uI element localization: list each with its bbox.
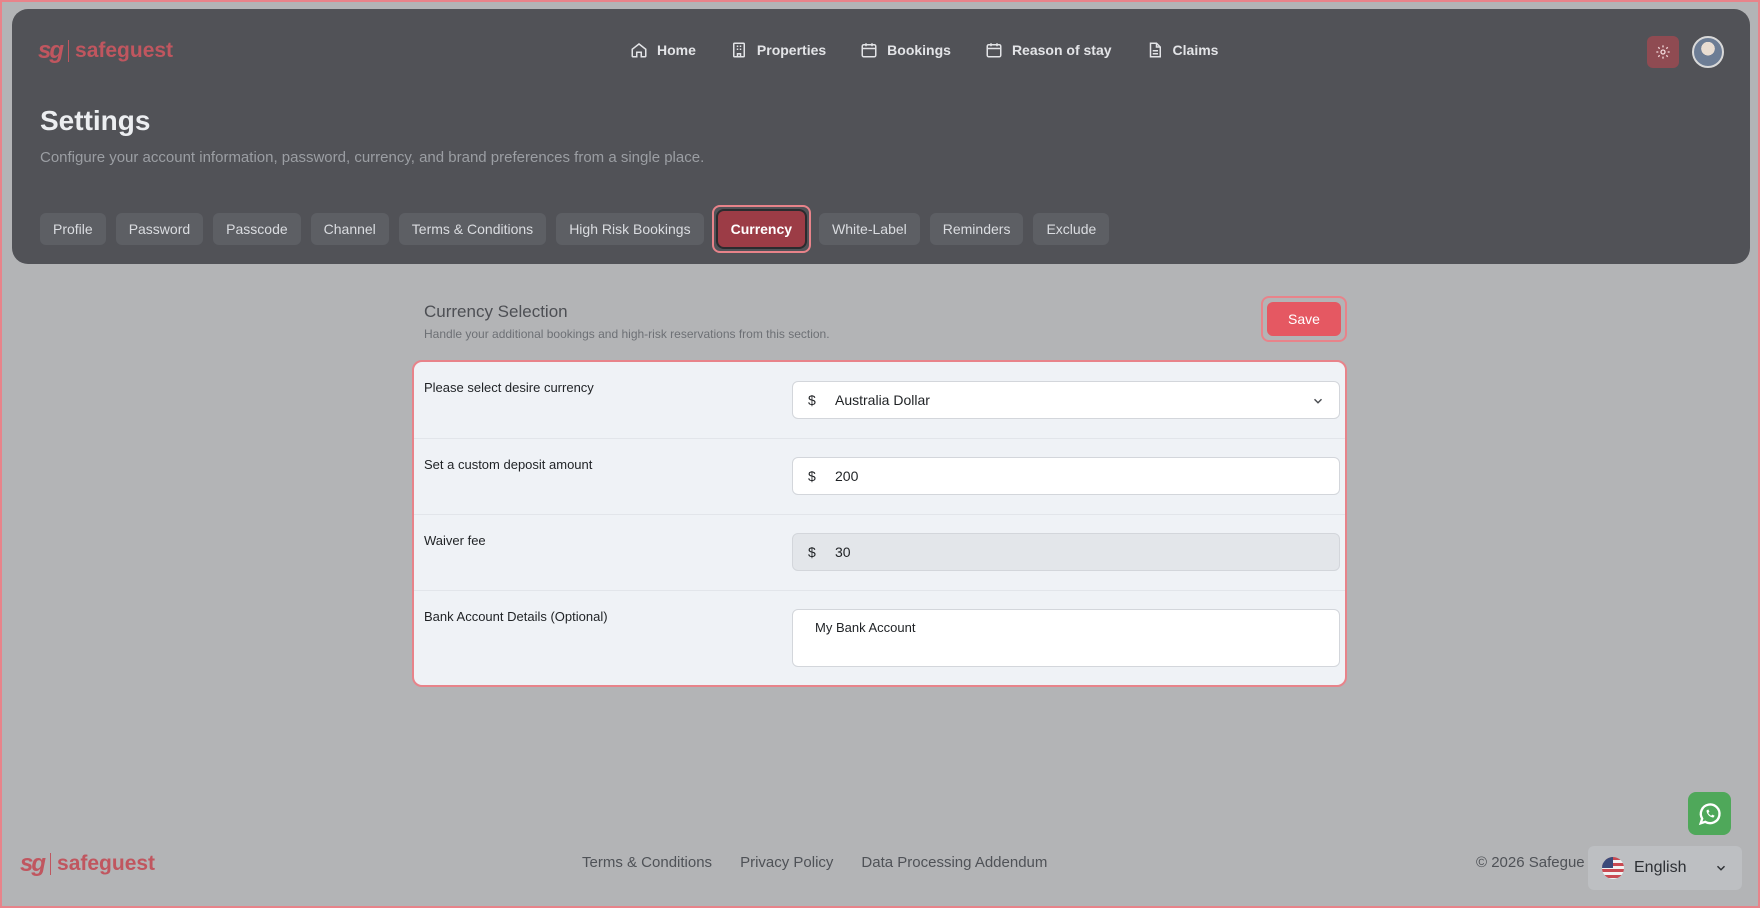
tab-passcode[interactable]: Passcode (213, 213, 301, 245)
footer-links: Terms & Conditions Privacy Policy Data P… (582, 854, 1047, 871)
calendar-icon (986, 43, 1002, 58)
brand-name: safeguest (75, 39, 174, 62)
currency-selected-value: Australia Dollar (835, 392, 930, 408)
tab-terms-conditions[interactable]: Terms & Conditions (398, 213, 547, 245)
nav-label: Reason of stay (1011, 42, 1112, 58)
bank-label: Bank Account Details (Optional) (424, 609, 608, 624)
tab-channel[interactable]: Channel (310, 213, 389, 245)
waiver-fee-input: $ 30 (792, 533, 1340, 571)
footer-link-dpa[interactable]: Data Processing Addendum (861, 854, 1047, 871)
language-label: English (1634, 859, 1687, 876)
building-icon (732, 42, 745, 58)
form-row-currency: Please select desire currency $ Australi… (414, 362, 1345, 439)
logo-divider (68, 40, 70, 62)
footer-brand-mark: sg (20, 850, 46, 877)
deposit-input[interactable]: $ 200 (792, 457, 1340, 495)
tab-profile[interactable]: Profile (40, 213, 106, 245)
tab-white-label[interactable]: White-Label (819, 213, 920, 245)
footer-logo[interactable]: sg safeguest (20, 850, 155, 878)
nav-item-reason-of-stay[interactable]: Reason of stay (985, 41, 1112, 59)
currency-select[interactable]: $ Australia Dollar (792, 381, 1340, 419)
nav-label: Bookings (887, 42, 951, 58)
deposit-value: 200 (835, 468, 859, 484)
page-subtitle: Configure your account information, pass… (40, 149, 705, 166)
main-nav: Home Properties Bookings Reason of stay … (630, 41, 1218, 59)
gear-icon (1656, 45, 1670, 59)
deposit-label: Set a custom deposit amount (424, 457, 593, 472)
deposit-currency-symbol: $ (808, 468, 816, 484)
section-subtitle: Handle your additional bookings and high… (424, 327, 830, 341)
nav-item-home[interactable]: Home (630, 41, 696, 59)
copyright-text: © 2026 Safegue (1476, 854, 1585, 871)
tab-high-risk-bookings[interactable]: High Risk Bookings (556, 213, 704, 245)
brand-logo[interactable]: sg safeguest (38, 37, 173, 65)
footer-logo-divider (50, 853, 52, 875)
save-button[interactable]: Save (1267, 302, 1341, 336)
form-row-waiver: Waiver fee $ 30 (414, 515, 1345, 591)
waiver-label: Waiver fee (424, 533, 486, 548)
nav-label: Properties (756, 42, 827, 58)
currency-form: Please select desire currency $ Australi… (412, 360, 1347, 687)
form-row-deposit: Set a custom deposit amount $ 200 (414, 439, 1345, 515)
nav-item-properties[interactable]: Properties (730, 41, 826, 59)
tab-currency-highlight: Currency (711, 205, 812, 253)
settings-button[interactable] (1647, 36, 1679, 68)
us-flag-icon (1602, 857, 1624, 879)
chevron-down-icon (1716, 865, 1726, 871)
tab-currency[interactable]: Currency (717, 211, 806, 247)
user-avatar[interactable] (1692, 36, 1724, 68)
calendar-icon (861, 43, 877, 58)
top-header: sg safeguest Home Properties Bookings Re… (12, 9, 1750, 264)
section-title: Currency Selection (424, 302, 568, 321)
tab-password[interactable]: Password (115, 213, 204, 245)
tab-reminders[interactable]: Reminders (929, 213, 1024, 245)
brand-mark: sg (38, 37, 64, 64)
language-selector[interactable]: English (1588, 846, 1742, 890)
waiver-value: 30 (835, 544, 851, 560)
tab-exclude[interactable]: Exclude (1033, 213, 1110, 245)
settings-tabs: Profile Password Passcode Channel Terms … (40, 205, 1110, 253)
whatsapp-icon (1698, 802, 1721, 825)
footer-link-terms[interactable]: Terms & Conditions (582, 854, 712, 871)
waiver-currency-symbol: $ (808, 544, 816, 560)
footer-brand-name: safeguest (57, 852, 156, 875)
chevron-down-icon (1313, 398, 1323, 404)
bank-account-textarea[interactable]: My Bank Account (792, 609, 1340, 667)
footer-link-privacy[interactable]: Privacy Policy (740, 854, 833, 871)
nav-label: Home (657, 42, 696, 58)
form-row-bank: Bank Account Details (Optional) My Bank … (414, 591, 1345, 685)
document-icon (1149, 42, 1161, 58)
home-icon (631, 43, 647, 58)
currency-symbol: $ (808, 392, 816, 408)
whatsapp-button[interactable] (1688, 792, 1731, 835)
currency-label: Please select desire currency (424, 380, 594, 395)
save-button-highlight: Save (1261, 296, 1347, 342)
page-title: Settings (40, 105, 151, 136)
nav-item-bookings[interactable]: Bookings (860, 41, 951, 59)
nav-label: Claims (1172, 42, 1219, 58)
nav-item-claims[interactable]: Claims (1146, 41, 1219, 59)
